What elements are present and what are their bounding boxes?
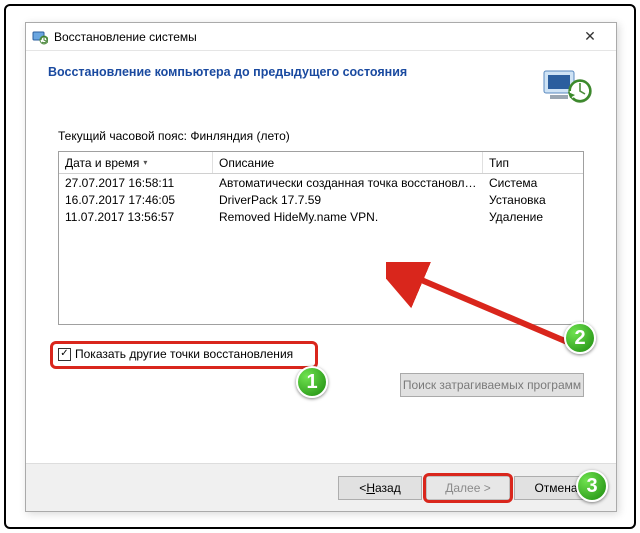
cell-type: Система [483,176,583,190]
next-button: Далее > [426,476,510,500]
system-restore-icon [32,29,48,45]
col-type-label: Тип [489,156,509,170]
sort-desc-icon: ▾ [143,158,147,167]
close-button[interactable]: ✕ [570,27,610,47]
table-header: Дата и время ▾ Описание Тип [59,152,583,174]
wizard-footer: < Назад Далее > Отмена [26,463,616,511]
col-desc-label: Описание [219,156,274,170]
table-row[interactable]: 27.07.2017 16:58:11 Автоматически создан… [59,174,583,191]
system-restore-dialog: Восстановление системы ✕ Восстановление … [25,22,617,512]
cell-date: 27.07.2017 16:58:11 [59,176,213,190]
cell-desc: Автоматически созданная точка восстановл… [213,176,483,190]
show-more-checkbox[interactable]: ✓ [58,348,71,361]
table-row[interactable]: 11.07.2017 13:56:57 Removed HideMy.name … [59,208,583,225]
show-more-label[interactable]: Показать другие точки восстановления [75,347,293,361]
annotation-badge-3: 3 [576,470,608,502]
cell-date: 16.07.2017 17:46:05 [59,193,213,207]
annotation-badge-2: 2 [564,322,596,354]
timezone-label: Текущий часовой пояс: Финляндия (лето) [58,129,584,143]
restore-hero-icon [542,65,594,107]
col-desc-header[interactable]: Описание [213,152,483,173]
cell-date: 11.07.2017 13:56:57 [59,210,213,224]
cell-type: Удаление [483,210,583,224]
header: Восстановление компьютера до предыдущего… [26,51,616,119]
col-type-header[interactable]: Тип [483,152,583,173]
back-button[interactable]: < Назад [338,476,422,500]
scan-affected-button: Поиск затрагиваемых программ [400,373,584,397]
page-title: Восстановление компьютера до предыдущего… [48,65,534,79]
cancel-label: Отмена [534,481,577,495]
annotation-badge-1: 1 [296,366,328,398]
cell-desc: DriverPack 17.7.59 [213,193,483,207]
cell-desc: Removed HideMy.name VPN. [213,210,483,224]
table-row[interactable]: 16.07.2017 17:46:05 DriverPack 17.7.59 У… [59,191,583,208]
col-date-label: Дата и время [65,156,139,170]
col-date-header[interactable]: Дата и время ▾ [59,152,213,173]
cell-type: Установка [483,193,583,207]
restore-points-table[interactable]: Дата и время ▾ Описание Тип 27.07.2017 1… [58,151,584,325]
show-more-row: ✓ Показать другие точки восстановления [58,347,584,361]
window-title: Восстановление системы [54,30,570,44]
scan-affected-label: Поиск затрагиваемых программ [403,378,581,392]
titlebar: Восстановление системы ✕ [26,23,616,51]
